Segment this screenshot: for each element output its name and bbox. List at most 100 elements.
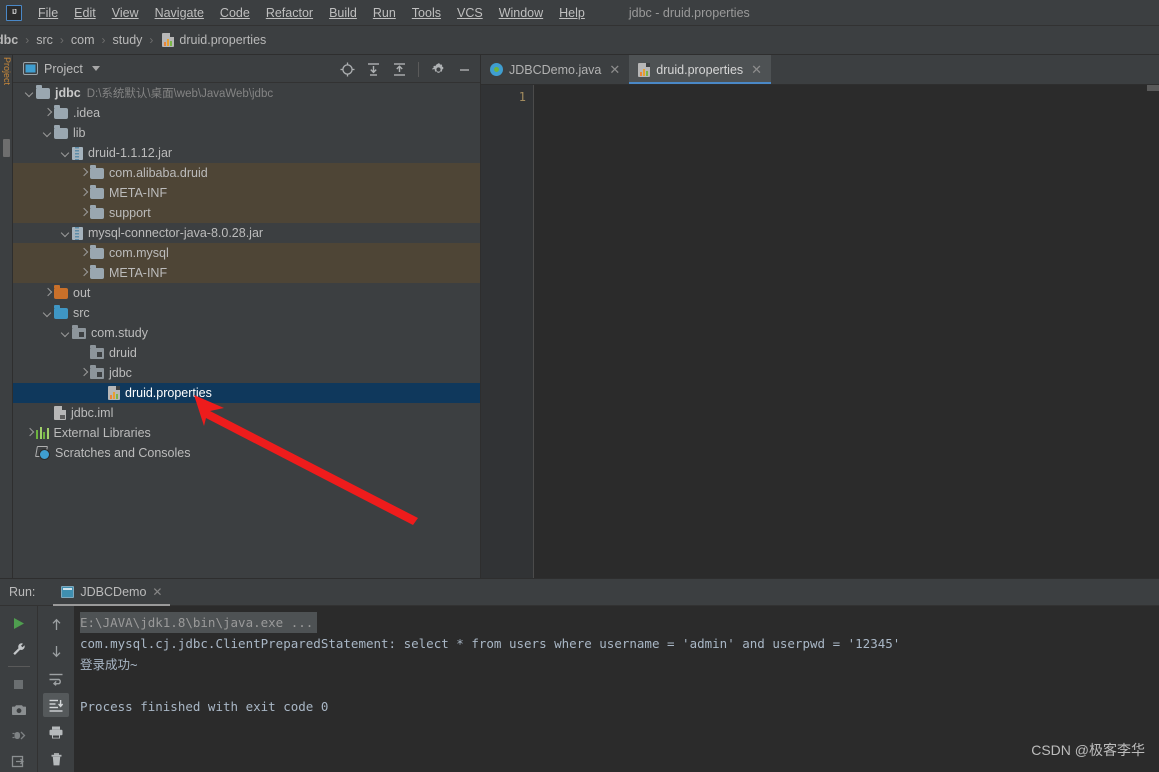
editor-code-canvas[interactable]	[535, 85, 1159, 578]
select-opened-file-icon[interactable]	[336, 58, 358, 80]
tree-row[interactable]: jdbc.iml	[13, 403, 480, 423]
run-tab-jdbcdemo[interactable]: JDBCDemo ✕	[53, 579, 171, 606]
menu-item-refactor[interactable]: Refactor	[258, 3, 321, 23]
run-panel-header: Run: JDBCDemo ✕	[0, 579, 1159, 606]
menu-item-code-label: Code	[219, 5, 250, 20]
tree-row[interactable]: META-INF	[13, 263, 480, 283]
breadcrumb-item-study[interactable]: study	[113, 33, 143, 47]
breadcrumb-item-file[interactable]: druid.properties	[179, 33, 266, 47]
rerun-icon[interactable]	[6, 612, 32, 635]
tree-row[interactable]: mysql-connector-java-8.0.28.jar	[13, 223, 480, 243]
chevron-down-icon[interactable]	[43, 308, 54, 319]
chevron-right-icon[interactable]	[43, 288, 54, 299]
chevron-down-icon[interactable]	[61, 228, 72, 239]
editor-scrollbar[interactable]	[1147, 85, 1159, 91]
chevron-down-icon[interactable]	[25, 88, 36, 99]
soft-wrap-icon[interactable]	[43, 666, 69, 690]
editor-tab-druid-properties[interactable]: druid.properties ✕	[629, 55, 772, 84]
chevron-right-icon[interactable]	[79, 168, 90, 179]
scroll-to-end-icon[interactable]	[43, 693, 69, 717]
expand-all-icon[interactable]	[362, 58, 384, 80]
arrow-down-icon[interactable]	[43, 639, 69, 663]
tree-row[interactable]: com.mysql	[13, 243, 480, 263]
menu-item-build[interactable]: Build	[321, 3, 365, 23]
intellij-logo-icon: IJ	[6, 4, 22, 21]
project-tree: jdbc D:\系统默认\桌面\web\JavaWeb\jdbc .idea lib d…	[13, 83, 480, 463]
editor-tab-jdbcdemo[interactable]: JDBCDemo.java ✕	[481, 55, 629, 84]
tree-row[interactable]: druid.properties	[13, 383, 480, 403]
settings-gear-icon[interactable]	[427, 58, 449, 80]
tree-row[interactable]: Scratches and Consoles	[13, 443, 480, 463]
csdn-watermark: CSDN @极客李华	[1031, 742, 1145, 758]
menu-item-navigate[interactable]: Navigate	[147, 3, 212, 23]
menu-item-view[interactable]: View	[104, 3, 147, 23]
debug-restart-icon[interactable]	[6, 725, 32, 748]
run-panel-label: Run:	[9, 585, 36, 599]
breadcrumb-item-src[interactable]: src	[36, 33, 53, 47]
camera-icon[interactable]	[6, 699, 32, 722]
run-toolbar-right	[37, 606, 74, 772]
menu-item-run[interactable]: Run	[365, 3, 404, 23]
menu-item-window[interactable]: Window	[491, 3, 551, 23]
breadcrumb-item-com[interactable]: com	[71, 33, 95, 47]
menu-item-navigate-label: Navigate	[154, 5, 204, 20]
tree-row[interactable]: External Libraries	[13, 423, 480, 443]
tree-row[interactable]: com.study	[13, 323, 480, 343]
editor-gutter[interactable]: 1	[481, 85, 534, 578]
trash-icon[interactable]	[43, 747, 69, 771]
tree-row[interactable]: META-INF	[13, 183, 480, 203]
chevron-down-icon[interactable]	[43, 128, 54, 139]
chevron-right-icon[interactable]	[79, 248, 90, 259]
tree-row-label: druid-1.1.12.jar	[88, 146, 173, 160]
chevron-down-icon[interactable]	[91, 66, 100, 71]
chevron-right-icon[interactable]	[79, 268, 90, 279]
hide-panel-icon[interactable]	[453, 58, 475, 80]
tree-row[interactable]: druid	[13, 343, 480, 363]
project-panel-title-wrap[interactable]: Project	[23, 62, 100, 76]
close-icon[interactable]: ✕	[152, 585, 162, 599]
strip-handle[interactable]	[3, 139, 10, 157]
menu-item-vcs[interactable]: VCS	[449, 3, 491, 23]
export-icon[interactable]	[6, 750, 32, 772]
breadcrumb-item-project[interactable]: dbc	[0, 33, 18, 47]
tree-row[interactable]: support	[13, 203, 480, 223]
tree-row[interactable]: src	[13, 303, 480, 323]
tree-row[interactable]: out	[13, 283, 480, 303]
menu-item-run-label: Run	[372, 5, 396, 20]
editor-area: JDBCDemo.java ✕ druid.properties ✕ 1	[481, 55, 1159, 578]
close-icon[interactable]: ✕	[609, 62, 620, 78]
chevron-down-icon[interactable]	[61, 328, 72, 339]
tree-row[interactable]: jdbc	[13, 363, 480, 383]
arrow-up-icon[interactable]	[43, 612, 69, 636]
tree-row-label: META-INF	[109, 186, 168, 200]
menu-item-edit[interactable]: Edit	[66, 3, 104, 23]
chevron-right-icon[interactable]	[25, 428, 36, 439]
tree-row[interactable]: lib	[13, 123, 480, 143]
chevron-down-icon[interactable]	[61, 148, 72, 159]
chevron-right-icon[interactable]	[79, 368, 90, 379]
properties-file-icon	[108, 386, 120, 400]
console-output[interactable]: E:\JAVA\jdk1.8\bin\java.exe ... com.mysql…	[74, 606, 1159, 772]
tree-row[interactable]: druid-1.1.12.jar	[13, 143, 480, 163]
stop-icon[interactable]	[6, 673, 32, 696]
console-output-line: com.mysql.cj.jdbc.ClientPreparedStatemen…	[80, 636, 901, 651]
tree-row[interactable]: jdbc D:\系统默认\桌面\web\JavaWeb\jdbc	[13, 83, 480, 103]
collapse-all-icon[interactable]	[388, 58, 410, 80]
run-config-icon	[61, 586, 75, 598]
menu-item-help[interactable]: Help	[551, 3, 593, 23]
sidebar-item-project-vertical[interactable]: Project	[0, 57, 13, 85]
close-icon[interactable]: ✕	[751, 62, 762, 78]
menu-item-code[interactable]: Code	[212, 3, 258, 23]
wrench-icon[interactable]	[6, 638, 32, 661]
toolbar-divider	[418, 61, 419, 77]
print-icon[interactable]	[43, 720, 69, 744]
tree-row-label: out	[73, 286, 91, 300]
chevron-right-icon[interactable]	[79, 188, 90, 199]
menu-item-tools[interactable]: Tools	[404, 3, 449, 23]
menu-item-file[interactable]: File	[30, 3, 66, 23]
chevron-right-icon[interactable]	[43, 108, 54, 119]
tree-row[interactable]: com.alibaba.druid	[13, 163, 480, 183]
tree-row[interactable]: .idea	[13, 103, 480, 123]
chevron-right-icon[interactable]	[79, 208, 90, 219]
